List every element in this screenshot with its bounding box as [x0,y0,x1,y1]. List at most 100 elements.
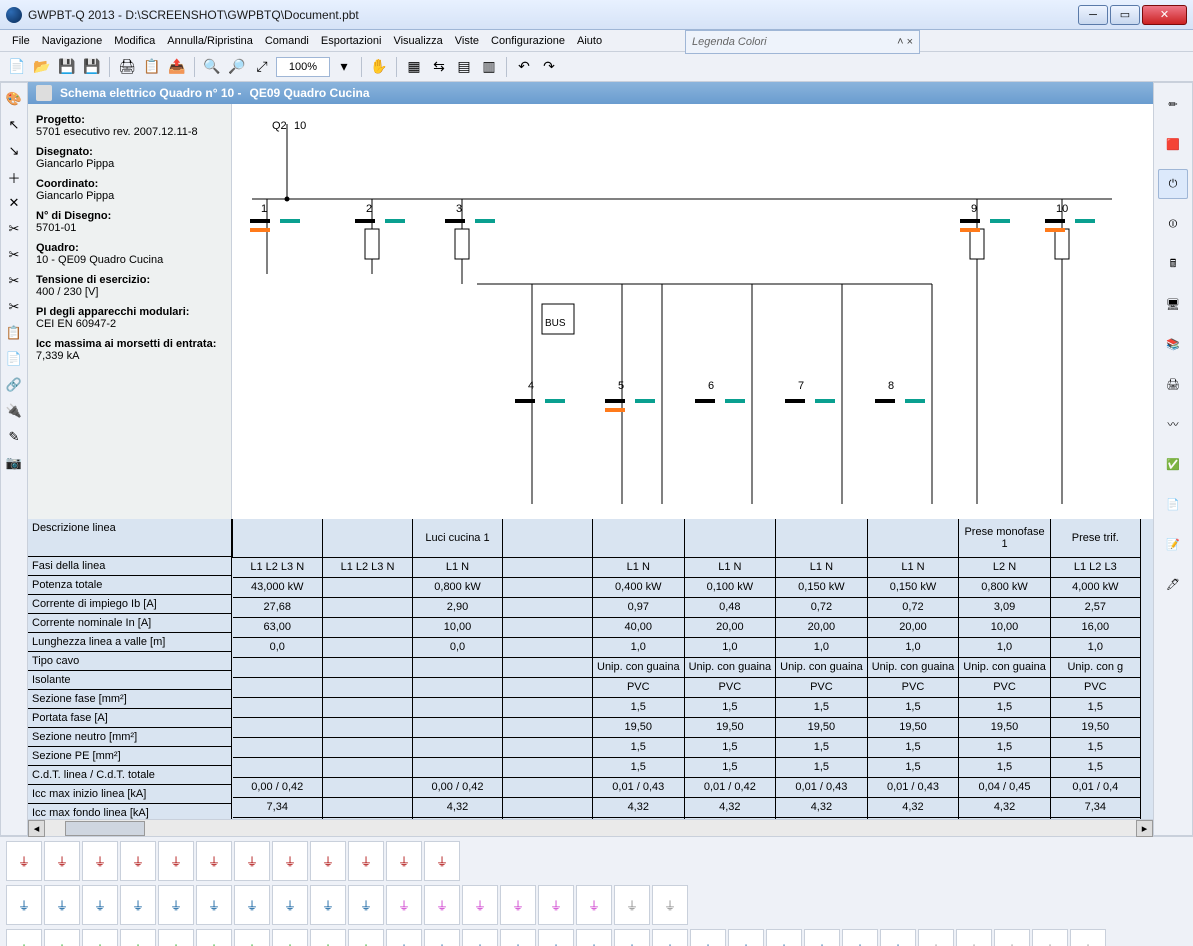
breaker-panel-button[interactable]: ⏻ [1158,169,1188,199]
hand-button[interactable]: ✋ [368,56,390,78]
zoom-reset-button[interactable]: ⤢ [251,56,273,78]
schematic-canvas[interactable]: Q2 10 BUS 12391045678 [232,104,1153,519]
symbol-cell[interactable]: ⏚ [462,885,498,925]
menu-viste[interactable]: Viste [449,33,485,49]
redo-button[interactable]: ↷ [538,56,560,78]
menu-configurazione[interactable]: Configurazione [485,33,571,49]
print-button[interactable]: 🖨 [116,56,138,78]
symbol-cell[interactable]: ⏚ [310,929,346,946]
calc-panel-button[interactable]: 🖩 [1158,249,1188,279]
paste-tool[interactable]: 📄 [4,349,24,369]
symbol-cell[interactable]: ⏚ [234,885,270,925]
symbol-cell[interactable]: ⏚ [766,929,802,946]
symbol-cell[interactable]: ⏚ [1070,929,1106,946]
menu-comandi[interactable]: Comandi [259,33,315,49]
symbol-cell[interactable]: ⏚ [348,885,384,925]
undo-button[interactable]: ↶ [513,56,535,78]
scroll-right-icon[interactable]: ▸ [1136,820,1153,837]
symbol-cell[interactable]: ⏚ [994,929,1030,946]
palette-tool[interactable]: 🎨 [4,89,24,109]
symbol-cell[interactable]: ⏚ [6,929,42,946]
symbol-cell[interactable]: ⏚ [728,929,764,946]
plus-tool[interactable]: ＋ [4,167,24,187]
menu-visualizza[interactable]: Visualizza [387,33,448,49]
symbol-cell[interactable]: ⏚ [462,929,498,946]
symbol-cell[interactable]: ⏚ [804,929,840,946]
scroll-left-icon[interactable]: ◂ [28,820,45,837]
toggle-b-button[interactable]: ⇆ [428,56,450,78]
symbol-cell[interactable]: ⏚ [44,929,80,946]
scroll-track[interactable] [45,820,1136,836]
symbol-cell[interactable]: ⏚ [1032,929,1068,946]
symbol-cell[interactable]: ⏚ [538,885,574,925]
symbol-cell[interactable]: ⏚ [6,885,42,925]
camera-tool[interactable]: 📷 [4,453,24,473]
graph-panel-button[interactable]: 〰 [1158,409,1188,439]
symbol-cell[interactable]: ⏚ [880,929,916,946]
copy-tool[interactable]: 📋 [4,323,24,343]
menu-modifica[interactable]: Modifica [108,33,161,49]
open-button[interactable]: 📂 [31,56,53,78]
save-button[interactable]: 💾 [56,56,78,78]
arrow-tool[interactable]: ↖ [4,115,24,135]
new-button[interactable]: 📄 [6,56,28,78]
symbol-cell[interactable]: ⏚ [44,841,80,881]
scissors-tool[interactable]: ✂ [4,297,24,317]
menu-file[interactable]: File [6,33,36,49]
symbol-cell[interactable]: ⏚ [82,929,118,946]
check-panel-button[interactable]: ✅ [1158,449,1188,479]
symbol-cell[interactable]: ⏚ [82,885,118,925]
symbol-cell[interactable]: ⏚ [196,841,232,881]
symbol-cell[interactable]: ⏚ [424,841,460,881]
menu-annulla/ripristina[interactable]: Annulla/Ripristina [161,33,259,49]
symbol-cell[interactable]: ⏚ [614,929,650,946]
zoom-dropdown[interactable]: ▾ [333,56,355,78]
comp-tool[interactable]: 🔌 [4,401,24,421]
symbol-cell[interactable]: ⏚ [424,929,460,946]
zoom-tool-button[interactable]: 🔎 [226,56,248,78]
symbol-cell[interactable]: ⏚ [576,885,612,925]
menu-esportazioni[interactable]: Esportazioni [315,33,388,49]
breaker2-panel-button[interactable]: ⏼ [1158,209,1188,239]
data-grid[interactable]: Luci cucina 1Prese monofase 1Prese trif.… [232,519,1153,819]
zoom-value[interactable]: 100% [276,57,330,77]
symbol-cell[interactable]: ⏚ [120,929,156,946]
symbol-cell[interactable]: ⏚ [310,841,346,881]
symbol-cell[interactable]: ⏚ [386,885,422,925]
symbol-cell[interactable]: ⏚ [500,929,536,946]
symbol-cell[interactable]: ⏚ [348,929,384,946]
symbol-cell[interactable]: ⏚ [386,929,422,946]
symbol-cell[interactable]: ⏚ [576,929,612,946]
symbol-cell[interactable]: ⏚ [234,841,270,881]
symbol-cell[interactable]: ⏚ [652,929,688,946]
symbol-cell[interactable]: ⏚ [310,885,346,925]
symbol-cell[interactable]: ⏚ [348,841,384,881]
symbol-cell[interactable]: ⏚ [652,885,688,925]
symbol-cell[interactable]: ⏚ [234,929,270,946]
export-button[interactable]: 📤 [166,56,188,78]
symbol-cell[interactable]: ⏚ [196,929,232,946]
stack-panel-button[interactable]: 📚 [1158,329,1188,359]
symbol-cell[interactable]: ⏚ [842,929,878,946]
symbol-cell[interactable]: ⏚ [538,929,574,946]
symbol-cell[interactable]: ⏚ [424,885,460,925]
symbol-cell[interactable]: ⏚ [120,885,156,925]
pencils-panel-button[interactable]: ✏ [1158,89,1188,119]
edit-tool[interactable]: ✎ [4,427,24,447]
machine-panel-button[interactable]: 🖨 [1158,369,1188,399]
symbol-cell[interactable]: ⏚ [158,929,194,946]
symbol-cell[interactable]: ⏚ [272,885,308,925]
zoom-in-button[interactable]: 🔍 [201,56,223,78]
toggle-d-button[interactable]: ▥ [478,56,500,78]
sheet-panel-button[interactable]: 📄 [1158,489,1188,519]
link-tool[interactable]: 🔗 [4,375,24,395]
x-tool[interactable]: ✕ [4,193,24,213]
symbol-cell[interactable]: ⏚ [120,841,156,881]
maximize-button[interactable]: ▭ [1110,5,1140,25]
symbol-cell[interactable]: ⏚ [956,929,992,946]
menu-navigazione[interactable]: Navigazione [36,33,109,49]
legend-dropdown[interactable]: Legenda Colori ˄ × [685,30,920,54]
symbol-cell[interactable]: ⏚ [500,885,536,925]
pen-panel-button[interactable]: 🖊 [1158,569,1188,599]
toggle-a-button[interactable]: ▦ [403,56,425,78]
